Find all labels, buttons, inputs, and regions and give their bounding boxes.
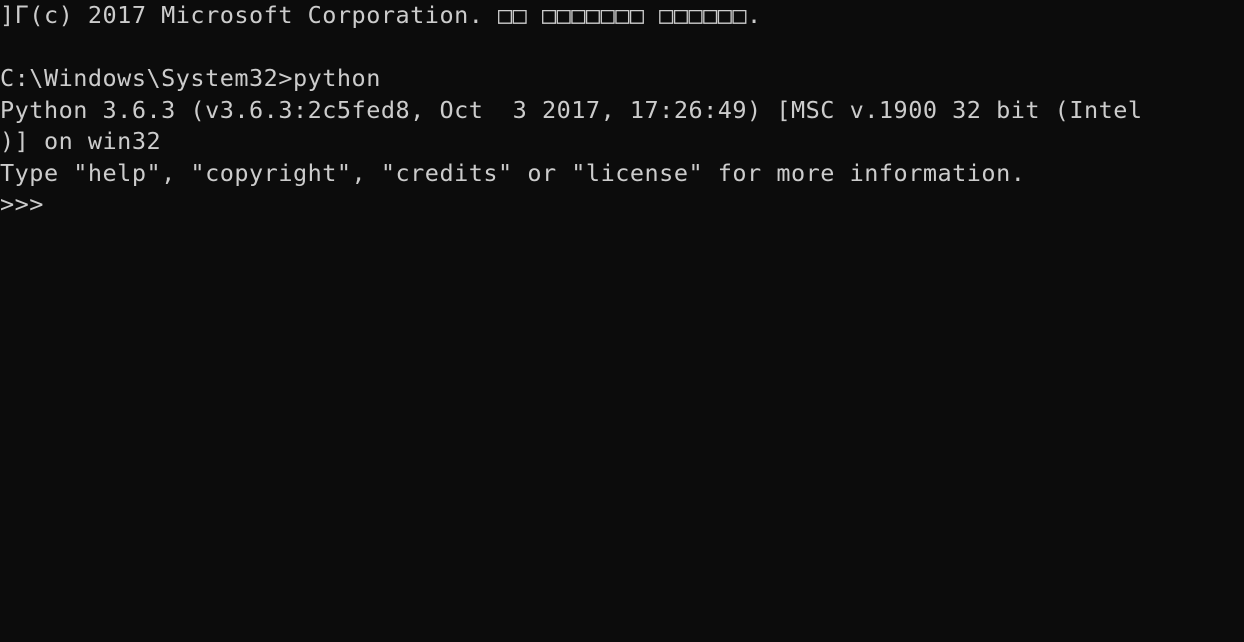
copyright-line: ]Γ(c) 2017 Microsoft Corporation. □□ □□□… <box>0 1 762 29</box>
python-version-line: Python 3.6.3 (v3.6.3:2c5fed8, Oct 3 2017… <box>0 95 1143 124</box>
python-prompt[interactable]: >>> <box>0 189 1244 221</box>
command-line: C:\Windows\System32>python <box>0 64 381 92</box>
python-help-line: Type "help", "copyright", "credits" or "… <box>0 158 1026 187</box>
python-platform-line: )] on win32 <box>0 127 162 155</box>
console-window[interactable]: ]Γ(c) 2017 Microsoft Corporation. □□ □□□… <box>0 0 1244 642</box>
